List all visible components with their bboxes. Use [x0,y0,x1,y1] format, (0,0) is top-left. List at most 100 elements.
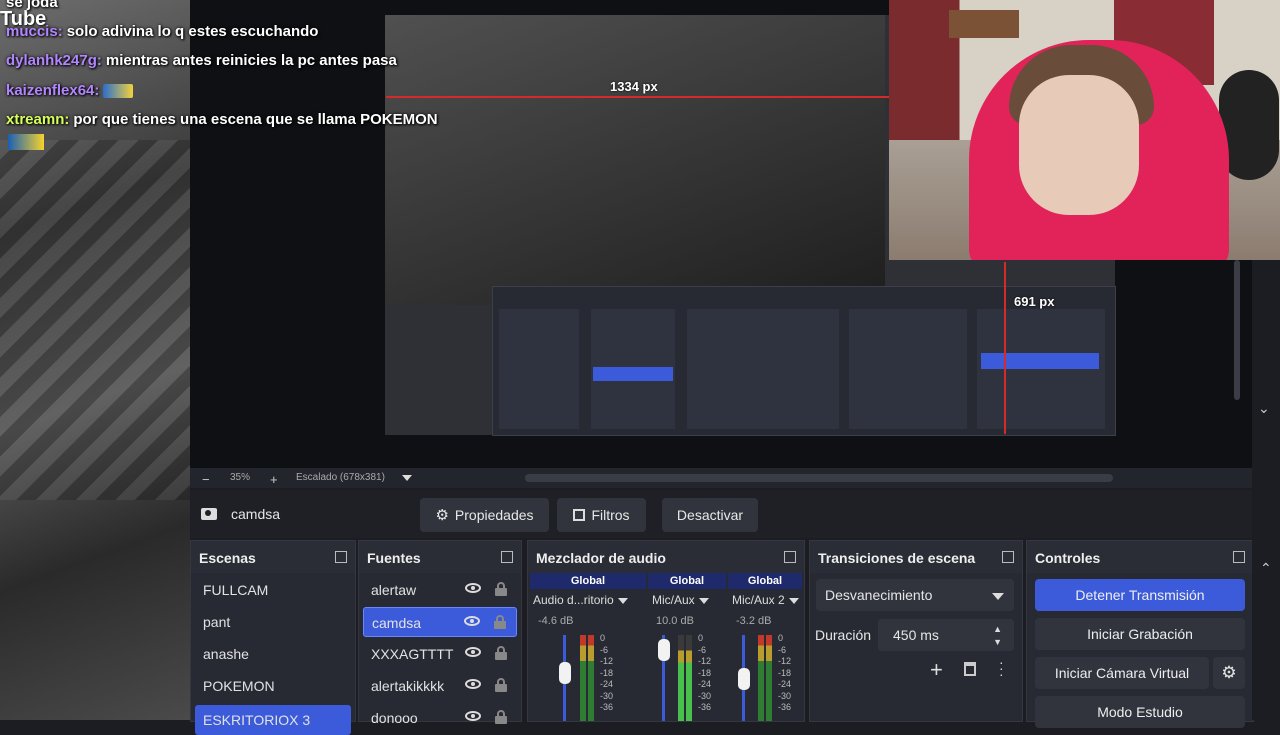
right-scroll-area: ⌄ ⌃ [1234,260,1280,720]
zoom-value: 35% [230,472,251,483]
undock-icon[interactable] [501,551,513,563]
mixer-channel-name[interactable]: Mic/Aux 2 [732,593,799,607]
lock-icon[interactable] [495,710,507,724]
meter-scale: 0 -6 -12 -18 -24 -30 -36 [698,633,711,714]
meter-scale-tick: -24 [698,679,712,689]
lock-icon[interactable] [495,582,507,596]
background-stairs [0,140,190,500]
mixer-db-value: 10.0 dB [656,615,694,627]
increment-icon[interactable]: ▲ [993,624,1002,634]
meter-scale-tick: -6 [698,644,707,655]
audio-meter [758,635,764,721]
height-readout: 691 px [1014,294,1055,309]
source-item[interactable]: alertaw [363,575,517,605]
transitions-dock: Transiciones de escena Desvanecimiento D… [809,540,1023,722]
meter-scale-tick: -6 [600,644,609,655]
scale-label: Escalado (678x381) [296,472,385,483]
source-item-selected[interactable]: camdsa [363,607,517,637]
gear-icon[interactable]: ⚙ [1213,657,1245,689]
controls-title: Controles [1035,550,1101,566]
trash-icon[interactable] [964,662,976,676]
audio-meter [678,635,684,721]
eye-icon[interactable] [465,679,481,689]
nested-preview-video [385,15,885,305]
controls-dock: Controles Detener Transmisión Iniciar Gr… [1026,540,1254,728]
meter-scale-tick: -30 [778,690,792,701]
volume-slider-knob[interactable] [559,661,571,684]
gear-icon: ⚙ [435,507,449,524]
lock-icon[interactable] [495,678,507,692]
selected-source-name: camdsa [231,506,281,522]
meter-scale-tick: -18 [778,667,792,678]
volume-slider-knob[interactable] [658,639,670,662]
chat-username: xtreamn: [6,111,70,128]
meter-scale-tick: -30 [698,690,712,701]
chat-line: muccis: solo adivina lo q estes escuchand… [6,23,319,40]
preview-scrollbar[interactable] [525,474,1113,482]
chat-line: kaizenflex64: [6,82,134,99]
zoom-out-button[interactable]: − [202,472,210,487]
filter-icon [573,509,586,521]
start-virtual-cam-button[interactable]: Iniciar Cámara Virtual [1035,657,1209,689]
scale-dropdown-icon[interactable] [402,475,412,481]
filters-button[interactable]: Filtros [557,498,646,532]
undock-icon[interactable] [335,551,347,563]
eye-icon[interactable] [464,616,480,626]
chevron-down-icon [698,597,709,604]
vertical-scrollbar[interactable] [1234,260,1240,400]
mixer-group-label: Global [648,573,726,589]
chat-emote [8,134,44,150]
meter-scale-tick: -12 [778,656,792,666]
eye-icon[interactable] [465,647,481,657]
scene-item[interactable]: POKEMON [195,671,351,701]
scenes-title: Escenas [199,550,256,566]
lock-icon[interactable] [494,615,506,629]
stop-stream-button[interactable]: Detener Transmisión [1035,579,1245,611]
zoom-in-button[interactable]: + [270,472,278,487]
scene-item[interactable]: pant [195,607,351,637]
meter-scale-tick: -24 [778,679,792,689]
chevron-up-icon[interactable]: ⌃ [1260,560,1272,577]
undock-icon[interactable] [1002,551,1014,563]
meter-scale-tick: -24 [600,679,614,689]
audio-meter [580,635,586,721]
meter-scale-tick: -36 [600,702,614,712]
scene-item[interactable]: anashe [195,639,351,669]
mixer-db-value: -4.6 dB [538,615,574,627]
source-item[interactable]: donooo [363,703,517,733]
scene-item[interactable]: FULLCAM [195,575,351,605]
chat-username: kaizenflex64: [6,82,100,99]
camera-icon [201,508,217,520]
properties-button[interactable]: ⚙ Propiedades [420,498,549,532]
source-item[interactable]: XXXAGTTTT [363,639,517,669]
duration-input[interactable]: 450 ms ▲ ▼ [878,619,1014,651]
undock-icon[interactable] [784,551,796,563]
undock-icon[interactable] [1233,551,1245,563]
chevron-down-icon[interactable]: ⌄ [1258,400,1270,417]
meter-scale-tick: -12 [698,656,712,666]
add-transition-icon[interactable]: + [930,657,943,683]
volume-slider-knob[interactable] [738,667,750,690]
guide-line-vertical [1004,262,1006,434]
start-recording-button[interactable]: Iniciar Grabación [1035,618,1245,650]
chat-line: xtreamn: por que tienes una escena que se… [6,111,438,128]
chevron-down-icon [992,593,1004,600]
scenes-dock: Escenas FULLCAM pant anashe POKEMON ESKR… [190,540,356,735]
mixer-group-label: Global [530,573,646,589]
studio-mode-button[interactable]: Modo Estudio [1035,696,1245,728]
more-options-icon[interactable]: · · · [999,655,1004,681]
decrement-icon[interactable]: ▼ [993,637,1002,647]
mixer-db-value: -3.2 dB [736,615,772,627]
mixer-channel-name[interactable]: Mic/Aux [652,593,709,607]
audio-mixer-dock: Mezclador de audio Global Global Global … [527,540,805,722]
deactivate-button[interactable]: Desactivar [662,498,758,532]
transition-select[interactable]: Desvanecimiento [816,579,1014,611]
meter-scale-tick: -12 [600,656,614,666]
source-item[interactable]: alertakikkkk [363,671,517,701]
scene-item-selected[interactable]: ESKRITORIOX 3 [195,705,351,735]
chat-emote [103,84,134,99]
meter-scale-tick: -6 [778,644,787,655]
mixer-channel-name[interactable]: Audio d...ritorio [533,593,628,607]
lock-icon[interactable] [495,646,507,660]
eye-icon[interactable] [465,583,481,593]
